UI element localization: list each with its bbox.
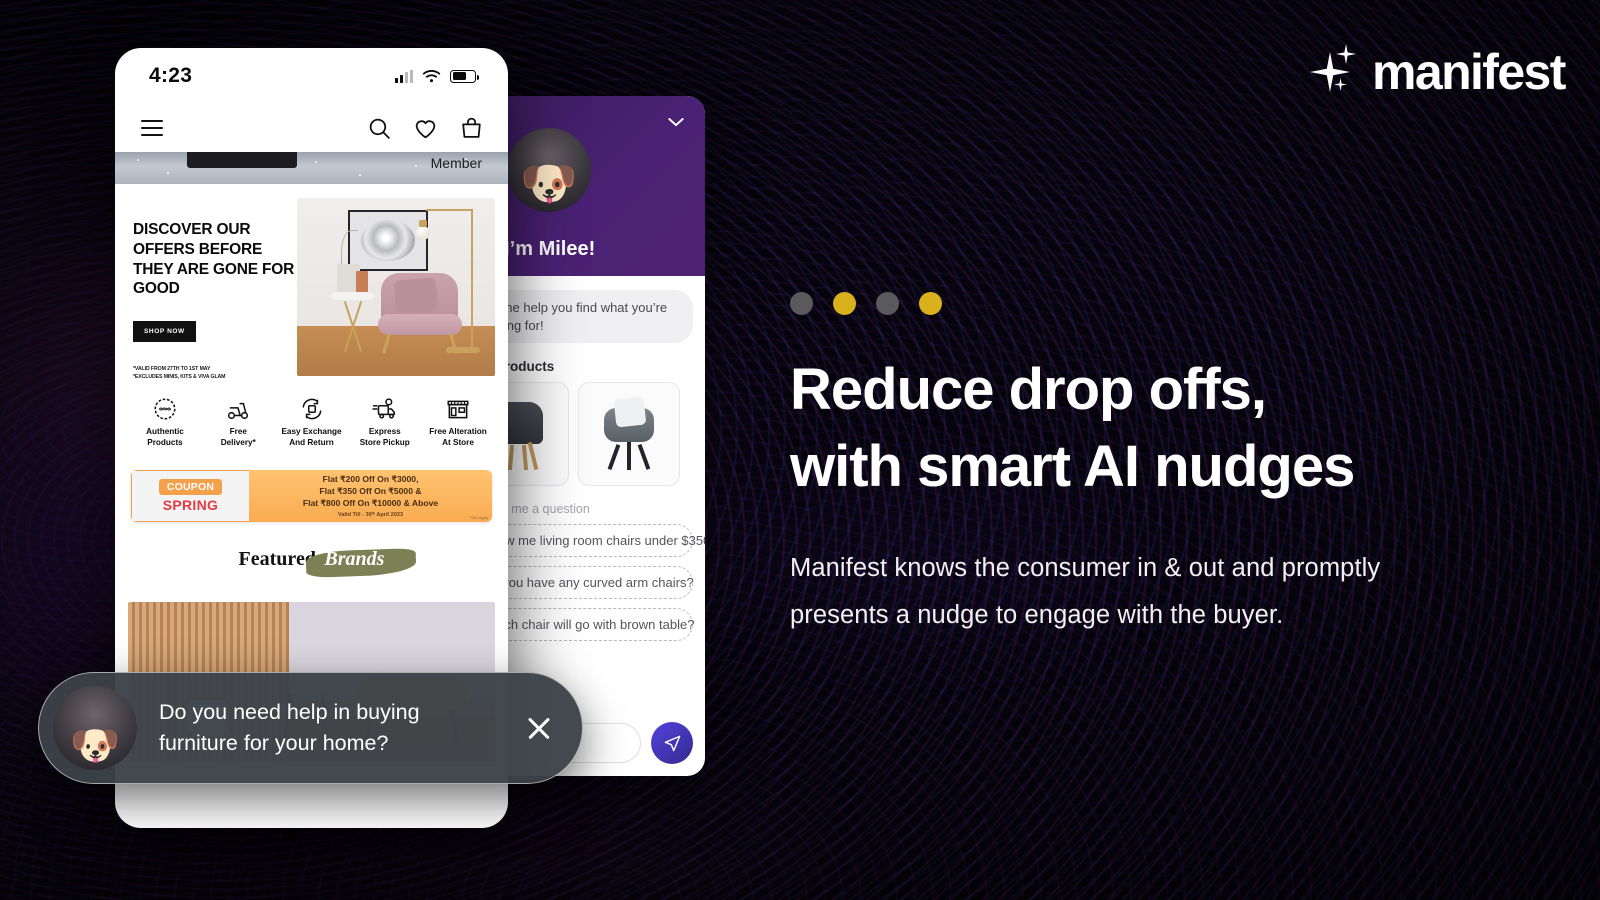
headline-line-2: with smart AI nudges	[790, 433, 1355, 499]
carousel-dots[interactable]	[790, 292, 942, 315]
pink-armchair	[376, 272, 463, 355]
page-title: Reduce drop offs, with smart AI nudges	[790, 352, 1470, 505]
chevron-down-icon[interactable]	[667, 118, 685, 136]
nudge-message: Do you need help in buying furniture for…	[159, 699, 420, 755]
delivery-truck-icon	[351, 394, 419, 424]
trust-badge: Easy Exchange And Return	[278, 394, 346, 448]
storefront-icon	[424, 394, 492, 424]
nudge-toast[interactable]: 🐶 Do you need help in buying furniture f…	[38, 672, 583, 784]
grey-swivel-chair-image	[598, 396, 660, 471]
close-x-icon[interactable]	[522, 711, 556, 745]
coupon-banner[interactable]: COUPON SPRING Flat ₹200 Off On ₹3000, Fl…	[131, 470, 492, 522]
manifest-logo: manifest	[1310, 44, 1566, 100]
trust-badge-label: Authentic Products	[146, 427, 184, 447]
hero-fine-print: *VALID FROM 27TH TO 1ST MAY *EXCLUDES MI…	[133, 366, 295, 382]
carousel-dot-2[interactable]	[833, 292, 856, 315]
signal-bars-icon	[395, 69, 413, 83]
shopping-bag-icon[interactable]	[459, 116, 484, 141]
original-seal-icon: ORIG	[131, 394, 199, 424]
sparkle-icon	[1310, 44, 1368, 100]
coupon-offer-line-2: Flat ₹350 Off On ₹5000 &	[319, 486, 422, 496]
nav-icon-group	[367, 116, 484, 141]
trust-badge: ORIG Authentic Products	[131, 394, 199, 448]
shop-now-button[interactable]: SHOP NOW	[133, 321, 196, 343]
exchange-box-icon	[278, 394, 346, 424]
svg-text:ORIG: ORIG	[159, 407, 171, 412]
coupon-offer-line-3: Flat ₹800 Off On ₹10000 & Above	[302, 498, 439, 508]
side-table	[330, 292, 375, 353]
member-strip-label: Member	[430, 155, 482, 171]
hero-text-column: DISCOVER OUR OFFERS BEFORE THEY ARE GONE…	[115, 198, 295, 380]
hero-fine-print-line-2: *EXCLUDES MINIS, KITS & VIVA GLAM	[133, 374, 226, 381]
logo-wordmark: manifest	[1372, 44, 1566, 100]
trust-badge-label: Free Delivery*	[220, 427, 256, 447]
hero-heading: DISCOVER OUR OFFERS BEFORE THEY ARE GONE…	[133, 221, 295, 298]
trust-badge: Free Delivery*	[204, 394, 272, 448]
coupon-offer-line-1: Flat ₹200 Off On ₹3000,	[322, 474, 419, 484]
chat-avatar: 🐶	[507, 128, 591, 212]
wifi-icon	[422, 70, 441, 83]
battery-icon	[450, 69, 479, 83]
delivery-scooter-icon	[204, 394, 272, 424]
trust-badge: Free Alteration At Store	[424, 394, 492, 448]
heart-icon[interactable]	[413, 116, 438, 141]
headline-line-1: Reduce drop offs,	[790, 357, 1267, 422]
promo-slide: manifest Reduce drop offs, with smart AI…	[0, 0, 1600, 900]
trust-badge-row: ORIG Authentic Products Free Delivery* E…	[115, 376, 508, 456]
trust-badge-label: Easy Exchange And Return	[281, 427, 342, 447]
status-time: 4:23	[149, 64, 193, 87]
member-promo-strip[interactable]: Member	[115, 152, 508, 184]
trust-badge: Express Store Pickup	[351, 394, 419, 448]
product-card[interactable]	[578, 382, 680, 487]
hamburger-menu-icon[interactable]	[141, 116, 163, 141]
carousel-dot-1[interactable]	[790, 292, 813, 315]
status-icons	[395, 69, 479, 83]
coupon-validity: Valid Till - 30ᵗʰ April 2023	[337, 512, 404, 518]
phone-status-bar: 4:23	[115, 48, 508, 104]
wall-art-frame	[348, 210, 428, 271]
carousel-dot-4[interactable]	[919, 292, 942, 315]
coupon-tnc: *T&C Apply	[469, 516, 488, 520]
search-icon[interactable]	[367, 116, 392, 141]
trust-badge-label: Free Alteration At Store	[429, 427, 487, 447]
app-nav-bar	[115, 104, 508, 152]
marketing-copy: Reduce drop offs, with smart AI nudges M…	[790, 352, 1470, 639]
hero-fine-print-line-1: *VALID FROM 27TH TO 1ST MAY	[133, 366, 211, 373]
send-paper-plane-icon[interactable]	[651, 722, 693, 764]
featured-word: Featured	[238, 548, 316, 570]
hero-room-image	[297, 198, 495, 376]
featured-brands-heading: Featured Brands	[115, 548, 508, 590]
carousel-dot-3[interactable]	[876, 292, 899, 315]
coupon-code: SPRING	[162, 497, 219, 513]
coupon-right: Flat ₹200 Off On ₹3000, Flat ₹350 Off On…	[249, 470, 492, 522]
hero-banner: DISCOVER OUR OFFERS BEFORE THEY ARE GONE…	[115, 184, 508, 380]
trust-badge-label: Express Store Pickup	[359, 427, 410, 447]
marketing-subtext: Manifest knows the consumer in & out and…	[790, 554, 1381, 630]
nudge-avatar: 🐶	[53, 686, 137, 770]
coupon-left: COUPON SPRING	[131, 470, 249, 522]
brands-word: Brands	[324, 548, 385, 570]
coupon-tag: COUPON	[158, 479, 223, 495]
